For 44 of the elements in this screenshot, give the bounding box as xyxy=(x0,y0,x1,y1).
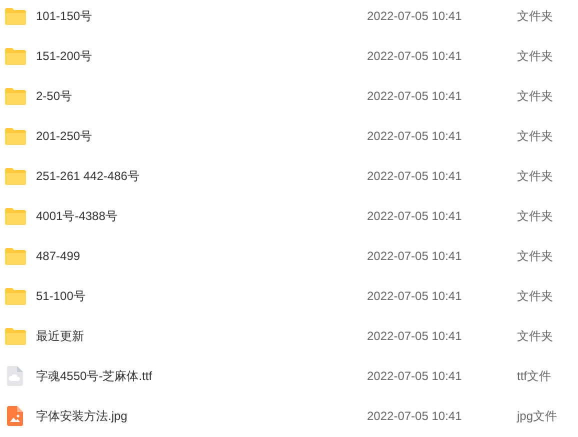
modified-date: 2022-07-05 10:41 xyxy=(367,88,463,105)
file-type: 文件夹 xyxy=(517,48,553,65)
file-icon xyxy=(7,366,23,386)
folder-icon xyxy=(4,168,26,184)
file-type: 文件夹 xyxy=(517,168,553,185)
file-type: 文件夹 xyxy=(517,208,553,225)
file-type: 文件夹 xyxy=(517,328,553,345)
modified-date: 2022-07-05 10:41 xyxy=(367,48,463,65)
file-type: jpg文件 xyxy=(517,408,558,425)
modified-date: 2022-07-05 10:41 xyxy=(367,248,463,265)
image-file-icon xyxy=(7,406,23,426)
modified-date: 2022-07-05 10:41 xyxy=(367,368,463,385)
file-type: ttf文件 xyxy=(517,368,552,385)
modified-date: 2022-07-05 10:41 xyxy=(367,408,463,425)
modified-date: 2022-07-05 10:41 xyxy=(367,128,463,145)
folder-icon xyxy=(4,48,26,64)
file-name[interactable]: 201-250号 xyxy=(36,127,367,145)
file-name[interactable]: 101-150号 xyxy=(36,7,367,25)
file-name[interactable]: 字体安装方法.jpg xyxy=(36,407,367,425)
folder-icon xyxy=(4,288,26,304)
folder-icon xyxy=(4,208,26,224)
modified-date: 2022-07-05 10:41 xyxy=(367,8,463,25)
file-name[interactable]: 151-200号 xyxy=(36,47,367,65)
file-name[interactable]: 251-261 442-486号 xyxy=(36,167,367,185)
folder-icon xyxy=(4,248,26,264)
file-type: 文件夹 xyxy=(517,88,553,105)
folder-icon xyxy=(4,88,26,104)
file-name[interactable]: 最近更新 xyxy=(36,327,367,345)
file-name[interactable]: 487-499 xyxy=(36,247,367,265)
file-type: 文件夹 xyxy=(517,8,553,25)
folder-icon xyxy=(4,328,26,344)
file-name[interactable]: 2-50号 xyxy=(36,87,367,105)
modified-date: 2022-07-05 10:41 xyxy=(367,168,463,185)
folder-icon xyxy=(4,8,26,24)
file-type: 文件夹 xyxy=(517,248,553,265)
file-name[interactable]: 4001号-4388号 xyxy=(36,207,367,225)
file-name[interactable]: 51-100号 xyxy=(36,287,367,305)
modified-date: 2022-07-05 10:41 xyxy=(367,328,463,345)
file-name[interactable]: 字魂4550号-芝麻体.ttf xyxy=(36,367,367,385)
folder-icon xyxy=(4,128,26,144)
modified-date: 2022-07-05 10:41 xyxy=(367,208,463,225)
file-type: 文件夹 xyxy=(517,288,553,305)
modified-date: 2022-07-05 10:41 xyxy=(367,288,463,305)
file-type: 文件夹 xyxy=(517,128,553,145)
